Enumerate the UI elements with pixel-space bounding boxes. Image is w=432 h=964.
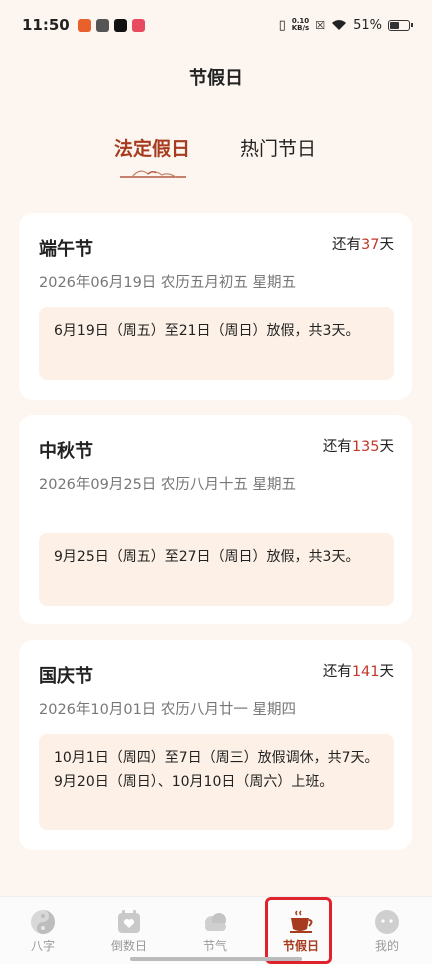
app-notification-icon [77,18,91,32]
tab-popular-festivals[interactable]: 热门节日 [240,134,316,161]
nav-label: 节假日 [282,939,319,953]
nav-label: 八字 [30,939,55,953]
holiday-note: 9月25日（周五）至27日（周日）放假，共3天。 [39,533,394,606]
battery-icon [388,19,413,31]
nav-label: 节气 [202,939,227,953]
home-indicator[interactable] [130,957,302,961]
mountain-ornament-icon [120,170,186,178]
holiday-card[interactable]: 国庆节 还有141天 2026年10月01日 农历八月廿一 星期四 10月1日（… [19,640,412,850]
wifi-icon [332,20,347,30]
holiday-name: 国庆节 [39,666,93,687]
nav-label: 我的 [374,939,399,953]
cloud-icon [205,913,226,931]
status-app-icons [77,18,145,32]
holiday-date: 2026年10月01日 农历八月廿一 星期四 [39,702,297,718]
countdown-days: 141 [351,664,380,680]
bottom-nav: 八字 倒数日 节气 节假日 我的 [0,896,432,964]
nav-item-profile[interactable]: 我的 [344,897,430,964]
profile-face-icon [375,910,399,934]
calendar-heart-icon [118,910,140,933]
tea-cup-icon [290,910,313,933]
holiday-note: 6月19日（周五）至21日（周日）放假，共3天。 [39,307,394,380]
app-notification-icon [95,18,109,32]
countdown-days: 135 [351,439,380,455]
net-speed: 0.10 KB/s [291,17,310,32]
nav-label: 倒数日 [110,939,147,953]
holiday-countdown: 还有37天 [332,237,394,253]
holiday-name: 中秋节 [39,441,93,462]
holiday-countdown: 还有141天 [322,664,394,680]
page-title: 节假日 [189,68,243,89]
tab-legal-holidays[interactable]: 法定假日 [114,134,190,161]
holiday-date: 2026年09月25日 农历八月十五 星期五 [39,477,297,493]
nav-item-bazi[interactable]: 八字 [0,897,86,964]
holiday-countdown: 还有135天 [322,439,394,455]
status-time: 11:50 [22,16,70,34]
countdown-days: 37 [361,237,380,253]
app-notification-icon [131,18,145,32]
holiday-note: 10月1日（周四）至7日（周三）放假调休，共7天。9月20日（周日）、10月10… [39,734,394,830]
holiday-card[interactable]: 中秋节 还有135天 2026年09月25日 农历八月十五 星期五 9月25日（… [19,415,412,624]
holiday-card[interactable]: 端午节 还有37天 2026年06月19日 农历五月初五 星期五 6月19日（周… [19,213,412,400]
battery-percent: 51% [353,17,382,33]
nav-item-countdown[interactable]: 倒数日 [86,897,172,964]
nav-item-holidays[interactable]: 节假日 [258,897,344,964]
status-right: ▯ 0.10 KB/s ☒ 51% [278,17,413,33]
holiday-tabs: 法定假日 热门节日 [0,134,432,184]
vibrate-icon: ▯ [278,17,286,33]
tiktok-icon [113,18,127,32]
nav-item-solar-terms[interactable]: 节气 [172,897,258,964]
status-bar: 11:50 ▯ 0.10 KB/s ☒ 51% [0,0,432,50]
yin-yang-icon [31,910,55,934]
holiday-name: 端午节 [39,239,93,260]
sim-icon: ☒ [315,18,326,32]
holiday-date: 2026年06月19日 农历五月初五 星期五 [39,275,297,291]
